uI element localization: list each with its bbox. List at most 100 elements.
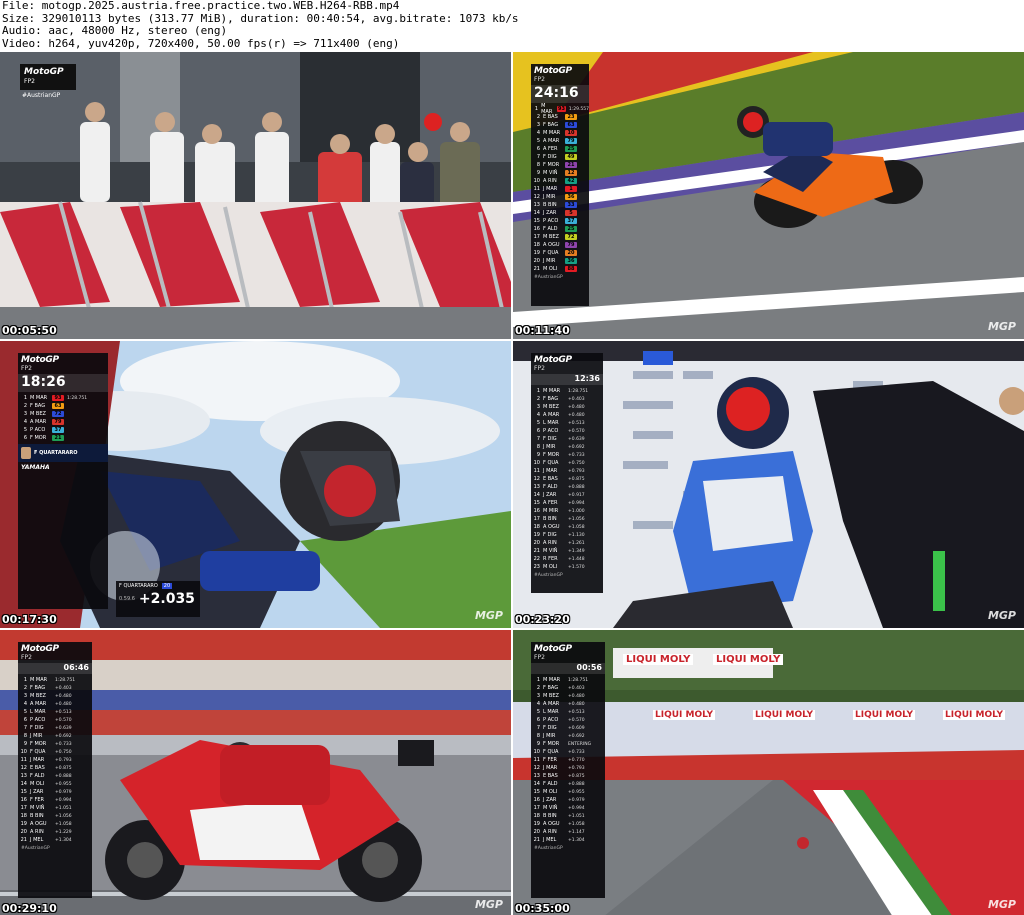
rider-code: F QUA: [543, 250, 559, 256]
standings-row: 1M MAR 1:28.751: [18, 676, 92, 684]
standings-row: 11 F FER +0.770: [531, 756, 605, 764]
rider-code: F MOR: [30, 741, 47, 747]
position: 16: [533, 508, 540, 514]
standings-row: 11 J MAR 1: [531, 185, 589, 193]
rider-number-badge: 36: [565, 194, 577, 200]
gap-value: +2.035: [138, 591, 195, 607]
lap-time: ENTERING: [568, 741, 592, 747]
timestamp: 00:17:30: [2, 613, 57, 626]
rider-code: E BAS: [30, 765, 45, 771]
position: 12: [533, 765, 540, 771]
rider-code: F QUA: [543, 460, 559, 466]
team-label: YAMAHA: [21, 464, 50, 471]
position: 7: [536, 436, 540, 442]
standings-row: 10 F QUA +0.733: [531, 748, 605, 756]
position: 6: [23, 717, 27, 723]
standings-row: 21 M VIŇ +1.349: [531, 547, 603, 555]
thumbnail-6[interactable]: LIQUI MOLY LIQUI MOLY LIQUI MOLY LIQUI M…: [513, 630, 1024, 915]
lap-time: +0.570: [55, 717, 72, 723]
rider-code: M OLI: [543, 789, 558, 795]
rider-code: A MAR: [543, 412, 560, 418]
timing-tower: MotoGP FP2 00:56 1M MAR 1:28.751 2 F BAG +0.…: [531, 642, 605, 898]
rider-code: J MIR: [543, 733, 556, 739]
standings-row: 7F DIG 49: [531, 153, 589, 161]
motogp-watermark: MGP: [987, 320, 1016, 333]
thumbnail-3[interactable]: MotoGP FP2 18:26 1M MAR 93 1:28.751 2 F BAG 6…: [0, 341, 511, 628]
rider-code: M MAR: [543, 388, 561, 394]
lap-time: +0.793: [55, 757, 72, 763]
rider-code: M VIŇ: [543, 170, 558, 176]
thumbnail-1[interactable]: MotoGP FP2 #AustrianGP 00:05:50: [0, 52, 511, 339]
position: 11: [533, 468, 540, 474]
rider-number-badge: 79: [52, 419, 64, 425]
rider-code: F ALD: [543, 226, 558, 232]
tower-hashtag: #AustrianGP: [21, 846, 50, 851]
position: 3: [536, 122, 540, 128]
lap-time: +1.130: [568, 532, 585, 538]
standings-row: 19 F QUA 20: [531, 249, 589, 257]
timestamp: 00:35:00: [515, 902, 570, 915]
lap-time: +0.770: [568, 757, 585, 763]
standings-row: 3M BEZ +0.480: [531, 403, 603, 411]
position: 23: [533, 564, 540, 570]
position: 20: [533, 829, 540, 835]
position: 10: [533, 749, 540, 755]
rider-code: F DIG: [543, 725, 557, 731]
position: 1: [536, 388, 540, 394]
standings-row: 15 A FER +0.994: [531, 499, 603, 507]
standings-row: 19 A OGU +1.058: [531, 820, 605, 828]
lap-time: +0.917: [568, 492, 585, 498]
standings-row: 5L MAR +0.513: [18, 708, 92, 716]
rider-code: J MAR: [543, 468, 558, 474]
lap-time: +1.304: [568, 837, 585, 843]
rider-code: F QUA: [543, 749, 559, 755]
standings-row: 5L MAR +0.513: [531, 419, 603, 427]
position: 14: [533, 781, 540, 787]
standings-list: 1M MAR 93 1:28.751 2 F BAG 63 3 M BEZ 72 4 A MAR 79…: [18, 394, 108, 442]
timestamp: 00:05:50: [2, 324, 57, 337]
rider-code: F DIG: [543, 532, 557, 538]
position: 2: [536, 396, 540, 402]
rider-code: F DIG: [543, 154, 557, 160]
position: 14: [20, 781, 27, 787]
position: 4: [23, 701, 27, 707]
position: 4: [536, 412, 540, 418]
rider-code: J MAR: [543, 186, 558, 192]
rider-code: F BAG: [543, 122, 559, 128]
position: 1: [23, 677, 27, 683]
position: 7: [536, 154, 540, 160]
tower-session: FP2: [534, 76, 545, 83]
lap-split: 0.59.6: [119, 596, 135, 602]
rider-code: P ACO: [543, 428, 559, 434]
rider-code: J MIR: [30, 733, 43, 739]
rider-code: J MIR: [543, 194, 556, 200]
thumbnail-4[interactable]: MotoGP FP2 12:36 1M MAR 1:28.751 2 F BAG +0.…: [513, 341, 1024, 628]
standings-row: 16 F ALD 25: [531, 225, 589, 233]
rider-number-badge: 37: [52, 427, 64, 433]
position: 19: [533, 532, 540, 538]
lap-time: +0.639: [568, 436, 585, 442]
position: 5: [23, 427, 27, 433]
rider-code: F ALD: [543, 484, 558, 490]
rider-number-badge: 88: [565, 266, 577, 272]
tower-session: FP2: [534, 365, 545, 372]
position: 11: [533, 757, 540, 763]
standings-row: 6P ACO +0.570: [531, 427, 603, 435]
sponsor-board-2: LIQUI MOLY: [713, 654, 784, 665]
position: 7: [536, 725, 540, 731]
position: 9: [536, 452, 540, 458]
standings-row: 2E BAS 23: [531, 113, 589, 121]
position: 16: [533, 797, 540, 803]
rider-code: A OGU: [543, 524, 560, 530]
position: 2: [23, 685, 27, 691]
position: 8: [536, 444, 540, 450]
rider-code: P ACO: [30, 427, 46, 433]
rider-number-badge: 36: [565, 258, 577, 264]
thumbnail-5[interactable]: MotoGP FP2 06:46 1M MAR 1:28.751 2 F BAG +0.…: [0, 630, 511, 915]
lap-time: +1.229: [55, 829, 72, 835]
video-line: Video: h264, yuv420p, 720x400, 50.00 fps…: [2, 36, 400, 50]
position: 8: [536, 162, 540, 168]
lap-time: 1:28.751: [568, 388, 589, 394]
standings-row: 9F MOR +0.733: [18, 740, 92, 748]
thumbnail-2[interactable]: MotoGP FP2 24:16 1M MAR 93 1:29.557 2 E BAS 2…: [513, 52, 1024, 339]
